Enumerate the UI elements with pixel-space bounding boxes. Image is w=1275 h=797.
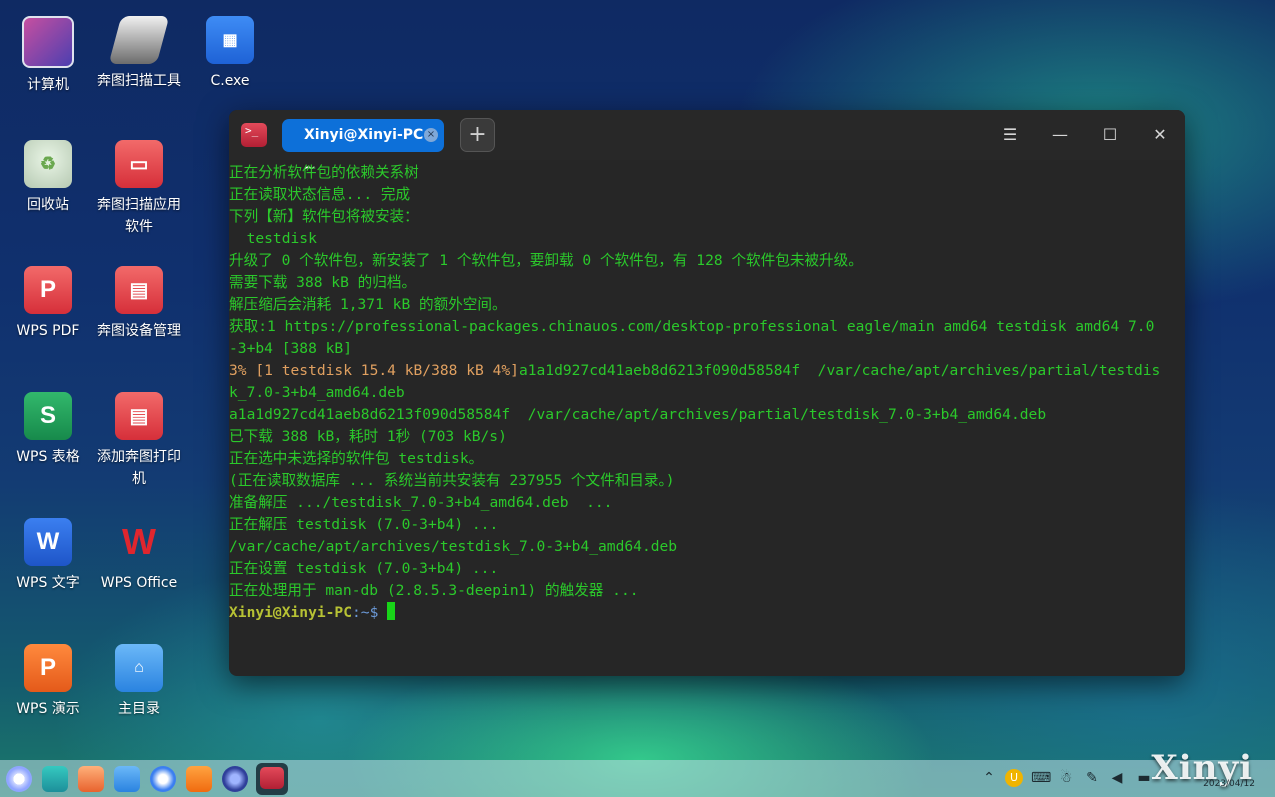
terminal-output[interactable]: 正在分析软件包的依赖关系树 正在读取状态信息... 完成 下列【新】软件包将被安… bbox=[229, 160, 1185, 676]
text-cursor bbox=[387, 602, 396, 620]
wps-writer-icon: W bbox=[24, 518, 72, 566]
desktop-icon-label: 主目录 bbox=[118, 701, 160, 717]
terminal-line: -3+b4 [388 kB] bbox=[229, 340, 353, 357]
desktop-icon-label: 奔图扫描工具 bbox=[97, 73, 181, 89]
terminal-app-icon: >_ bbox=[241, 123, 267, 147]
multitask-view-icon[interactable] bbox=[42, 766, 68, 792]
settings-gear-icon[interactable] bbox=[222, 766, 248, 792]
terminal-line: 获取:1 https://professional-packages.china… bbox=[229, 318, 1155, 335]
desktop-icon-label: WPS 表格 bbox=[16, 449, 80, 465]
terminal-progress-line: 3% [1 testdisk 15.4 kB/388 kB 4%]a1a1d92… bbox=[229, 360, 1185, 382]
download-progress: 3% [1 testdisk 15.4 kB/388 kB 4%] bbox=[229, 362, 519, 379]
executable-file-icon: ▦ bbox=[206, 16, 254, 64]
desktop-icon-wps-sheet[interactable]: S WPS 表格 bbox=[2, 392, 94, 468]
desktop-icon-label: C.exe bbox=[210, 73, 250, 89]
desktop-icon-label: 奔图设备管理 bbox=[97, 323, 181, 339]
terminal-titlebar[interactable]: >_ Xinyi@Xinyi-PC: ~ × + ☰ — ☐ ✕ bbox=[229, 110, 1185, 176]
terminal-line: testdisk bbox=[229, 230, 317, 247]
desktop-icon-add-printer[interactable]: ▤ 添加奔图打印机 bbox=[93, 392, 185, 490]
desktop-icon-label: WPS PDF bbox=[16, 323, 80, 339]
menu-icon: ☰ bbox=[1002, 125, 1018, 144]
terminal-line: 正在选中未选择的软件包 testdisk。 bbox=[229, 450, 484, 467]
desktop-icon-scan-tool[interactable]: 奔图扫描工具 bbox=[93, 16, 185, 92]
wps-office-icon: W bbox=[122, 521, 156, 562]
desktop-icon-scan-app[interactable]: ▭ 奔图扫描应用软件 bbox=[93, 140, 185, 238]
desktop-icon-home[interactable]: ⌂ 主目录 bbox=[93, 644, 185, 720]
prompt-path: :~$ bbox=[352, 604, 388, 621]
new-tab-button[interactable]: + bbox=[460, 118, 495, 152]
taskbar: ⌃ U ⌨ ☃ ✎ ◀ ▬ bbox=[0, 760, 1275, 797]
desktop-icon-computer[interactable]: 计算机 bbox=[2, 16, 94, 96]
taskbar-terminal-active[interactable] bbox=[256, 763, 288, 795]
terminal-line: 解压缩后会消耗 1,371 kB 的额外空间。 bbox=[229, 296, 507, 313]
terminal-tab[interactable]: Xinyi@Xinyi-PC: ~ × bbox=[282, 119, 444, 176]
terminal-line: 下列【新】软件包将被安装： bbox=[229, 208, 419, 225]
desktop-icon-label: 计算机 bbox=[27, 77, 69, 93]
desktop-icon-wps-writer[interactable]: W WPS 文字 bbox=[2, 518, 94, 594]
terminal-line: /var/cache/apt/archives/testdisk_7.0-3+b… bbox=[229, 538, 678, 555]
terminal-line: (正在读取数据库 ... 系统当前共安装有 237955 个文件和目录。) bbox=[229, 472, 675, 489]
desktop-icon-wps-office[interactable]: W WPS Office bbox=[93, 518, 185, 594]
terminal-line: 准备解压 .../testdisk_7.0-3+b4_amd64.deb ... bbox=[229, 494, 613, 511]
wps-presentation-icon: P bbox=[24, 644, 72, 692]
desktop-icon-label: WPS 文字 bbox=[16, 575, 80, 591]
wps-pdf-icon: P bbox=[24, 266, 72, 314]
desktop-icon-c-exe[interactable]: ▦ C.exe bbox=[184, 16, 276, 92]
scanner-app-icon: ▭ bbox=[115, 140, 163, 188]
pen-icon[interactable]: ✎ bbox=[1083, 769, 1101, 787]
plus-icon: + bbox=[468, 122, 487, 147]
wps-spreadsheet-icon: S bbox=[24, 392, 72, 440]
terminal-line: 需要下载 388 kB 的归档。 bbox=[229, 274, 417, 291]
input-method-icon[interactable]: U bbox=[1005, 769, 1023, 787]
desktop-icon-wps-pdf[interactable]: P WPS PDF bbox=[2, 266, 94, 342]
home-folder-icon: ⌂ bbox=[115, 644, 163, 692]
terminal-window[interactable]: >_ Xinyi@Xinyi-PC: ~ × + ☰ — ☐ ✕ 正在分析软件包… bbox=[229, 110, 1185, 676]
menu-button[interactable]: ☰ bbox=[996, 122, 1024, 148]
progress-hash-path: a1a1d927cd41aeb8d6213f090d58584f /var/ca… bbox=[518, 362, 1161, 379]
desktop-icon-device-manager[interactable]: ▤ 奔图设备管理 bbox=[93, 266, 185, 342]
terminal-line: 正在设置 testdisk (7.0-3+b4) ... bbox=[229, 560, 499, 577]
terminal-line: 正在分析软件包的依赖关系树 bbox=[229, 164, 419, 181]
chevron-up-icon[interactable]: ⌃ bbox=[980, 769, 998, 787]
scanner-icon bbox=[108, 16, 170, 64]
terminal-prompt[interactable]: Xinyi@Xinyi-PC:~$ bbox=[229, 602, 1185, 624]
terminal-icon bbox=[260, 767, 284, 789]
desktop-icon-trash[interactable]: ♻ 回收站 bbox=[2, 140, 94, 216]
terminal-line: a1a1d927cd41aeb8d6213f090d58584f /var/ca… bbox=[229, 406, 1047, 423]
taskbar-date[interactable]: 2023/04/12 bbox=[1203, 779, 1255, 789]
trash-icon: ♻ bbox=[24, 140, 72, 188]
app-store-icon[interactable] bbox=[78, 766, 104, 792]
terminal-line: 正在解压 testdisk (7.0-3+b4) ... bbox=[229, 516, 499, 533]
launcher-icon[interactable] bbox=[6, 766, 32, 792]
tab-close-icon[interactable]: × bbox=[424, 128, 438, 142]
computer-icon bbox=[22, 16, 74, 68]
browser-icon[interactable] bbox=[150, 766, 176, 792]
prompt-user-host: Xinyi@Xinyi-PC bbox=[229, 604, 353, 621]
close-button[interactable]: ✕ bbox=[1146, 122, 1174, 148]
terminal-line: 已下载 388 kB，耗时 1秒 (703 kB/s) bbox=[229, 428, 507, 445]
minimize-button[interactable]: — bbox=[1046, 122, 1074, 148]
file-manager-icon[interactable] bbox=[114, 766, 140, 792]
maximize-button[interactable]: ☐ bbox=[1096, 122, 1124, 148]
volume-icon[interactable]: ◀ bbox=[1108, 769, 1126, 787]
bug-icon[interactable]: ☃ bbox=[1057, 769, 1075, 787]
terminal-line: 升级了 0 个软件包，新安装了 1 个软件包，要卸载 0 个软件包，有 128 … bbox=[229, 252, 863, 269]
desktop-icon-label: WPS 演示 bbox=[16, 701, 80, 717]
desktop-icon-label: WPS Office bbox=[100, 575, 178, 591]
desktop-icon-label: 奔图扫描应用软件 bbox=[97, 197, 181, 235]
desktop-icon-label: 添加奔图打印机 bbox=[97, 449, 181, 487]
maximize-icon: ☐ bbox=[1102, 125, 1118, 144]
minimize-icon: — bbox=[1052, 125, 1068, 144]
terminal-line: 正在读取状态信息... 完成 bbox=[229, 186, 411, 203]
add-printer-icon: ▤ bbox=[115, 392, 163, 440]
terminal-line: 正在处理用于 man-db (2.8.5.3-deepin1) 的触发器 ... bbox=[229, 582, 639, 599]
close-icon: ✕ bbox=[1153, 125, 1167, 144]
printer-icon: ▤ bbox=[115, 266, 163, 314]
store-bag-icon[interactable] bbox=[186, 766, 212, 792]
desktop-icon-label: 回收站 bbox=[27, 197, 69, 213]
desktop-icon-wps-present[interactable]: P WPS 演示 bbox=[2, 644, 94, 720]
terminal-line: k_7.0-3+b4_amd64.deb bbox=[229, 384, 405, 401]
keyboard-icon[interactable]: ⌨ bbox=[1031, 769, 1051, 787]
